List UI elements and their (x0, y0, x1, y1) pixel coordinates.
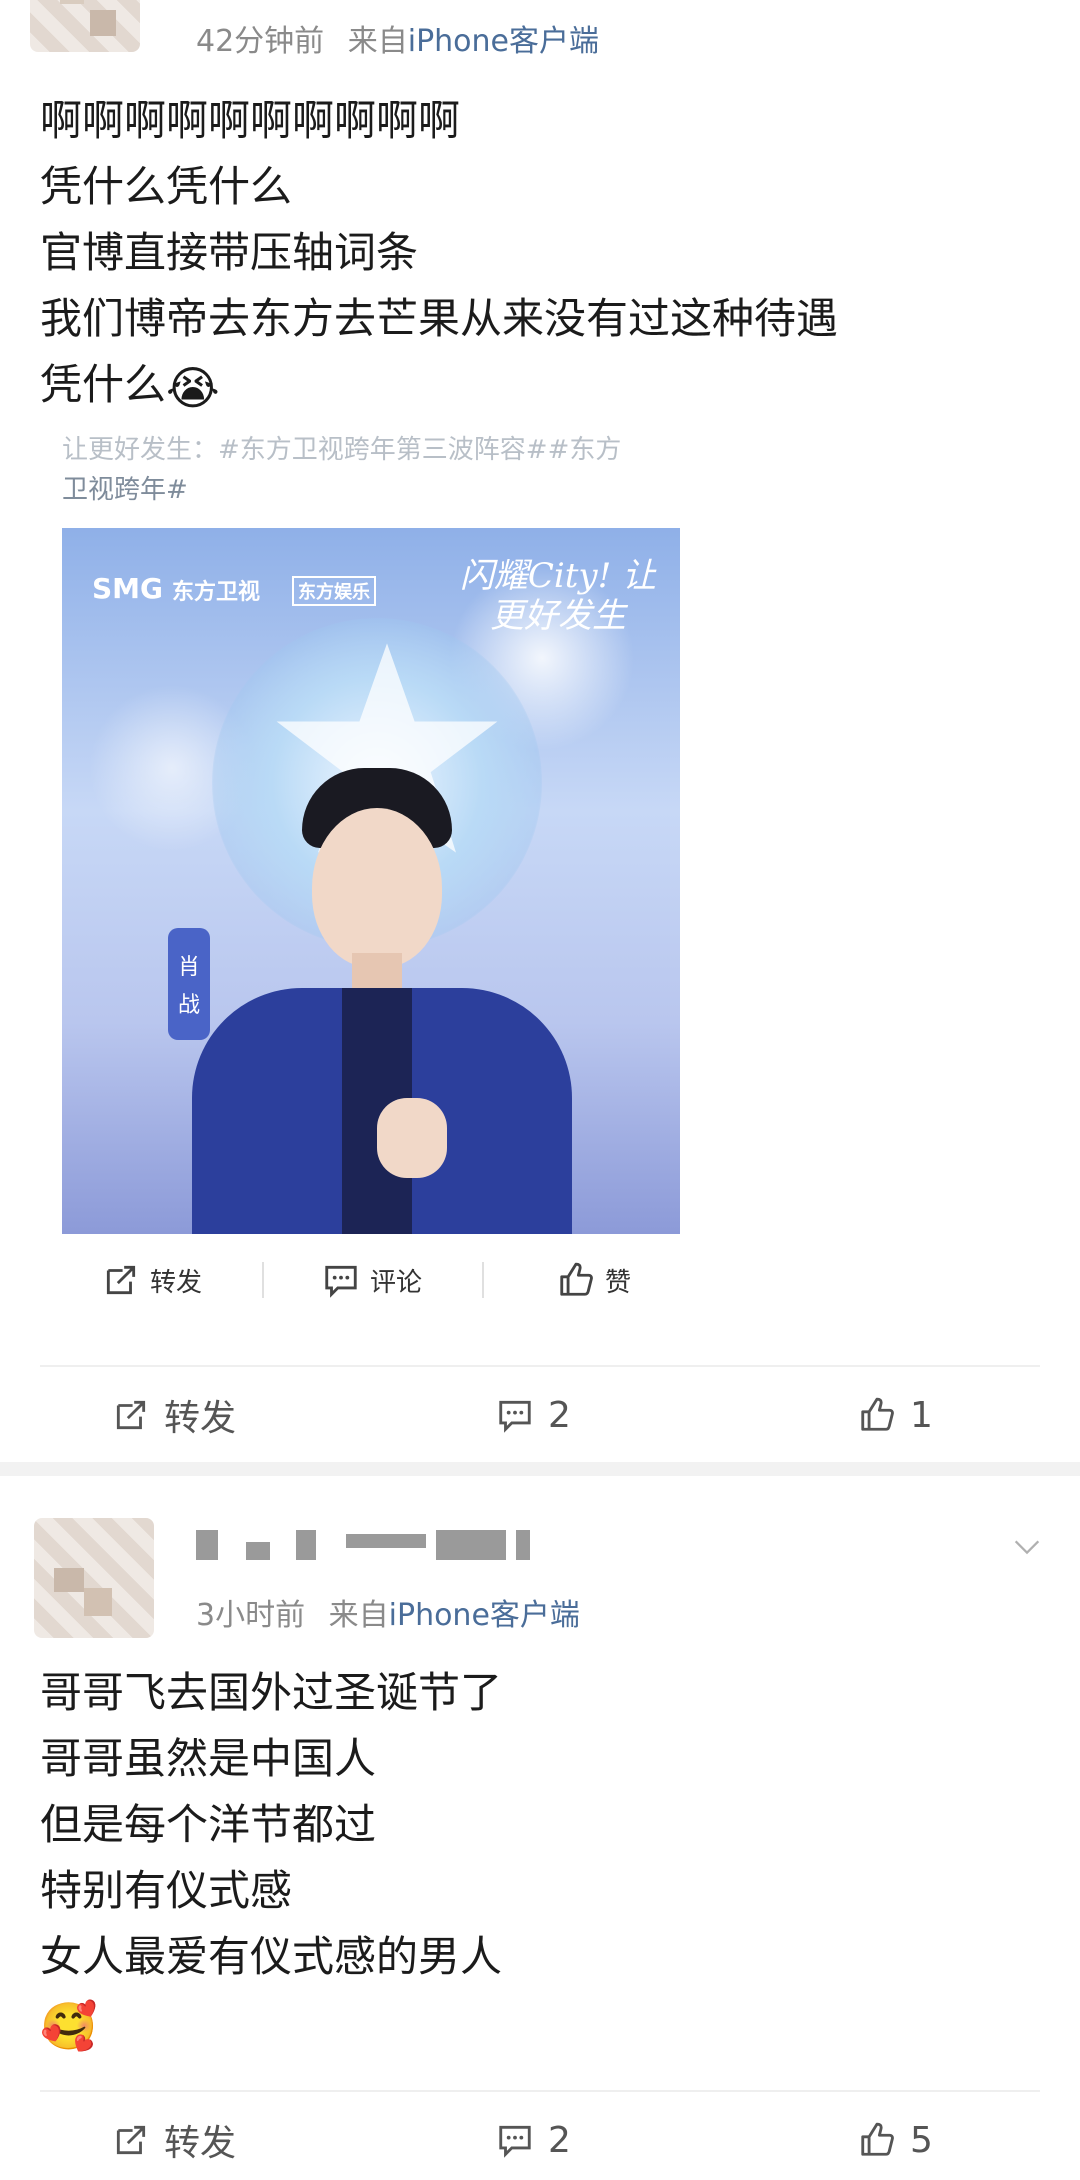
like-button[interactable]: 1 (858, 1375, 933, 1455)
separator (262, 1262, 264, 1298)
chevron-down-icon[interactable] (1010, 1530, 1044, 1564)
avatar[interactable] (34, 1518, 154, 1638)
post-source[interactable]: iPhone客户端 (408, 24, 599, 59)
embedded-text: 让更好发生：#东方卫视跨年第三波阵容##东方 卫视跨年# (62, 430, 621, 510)
thumbs-up-icon (858, 2121, 896, 2159)
dongfang-tv-logo: 东方卫视 (172, 580, 261, 605)
comment-button[interactable]: 2 (496, 1375, 571, 1455)
smg-logo: SMG (92, 572, 164, 605)
thumbs-up-icon (858, 1396, 896, 1434)
post-source-prefix: 来自 (328, 1598, 389, 1633)
embedded-text-line: 卫视跨年# (62, 475, 188, 505)
like-button[interactable]: 5 (858, 2100, 933, 2180)
post-line: 凭什么 (40, 360, 167, 409)
post-line: 女人最爱有仪式感的男人 (40, 1932, 503, 1981)
comment-button[interactable]: 2 (496, 2100, 571, 2180)
hand (377, 1098, 447, 1178)
post-content: 哥哥飞去国外过圣诞节了 哥哥虽然是中国人 但是每个洋节都过 特别有仪式感 女人最… (40, 1660, 502, 2059)
comment-count: 2 (548, 2119, 571, 2161)
poster-slogan: 闪耀City! 让更好发生 (459, 556, 657, 636)
post-line: 但是每个洋节都过 (40, 1800, 377, 1849)
post-line: 我们博帝去东方去芒果从来没有过这种待遇 (40, 294, 839, 343)
repost-icon (102, 1261, 140, 1299)
embedded-action-bar: 转发 评论 赞 (62, 1240, 680, 1320)
post-content: 啊啊啊啊啊啊啊啊啊啊 凭什么凭什么 官博直接带压轴词条 我们博帝去东方去芒果从来… (40, 88, 838, 421)
post-line: 哥哥飞去国外过圣诞节了 (40, 1668, 503, 1717)
comment-count: 2 (548, 1394, 571, 1436)
comment-icon (322, 1261, 360, 1299)
post-meta: 3小时前 来自iPhone客户端 (196, 1590, 580, 1634)
post-action-bar: 转发 2 1 (0, 1375, 1080, 1455)
username[interactable] (196, 1530, 536, 1564)
post-line: 哥哥虽然是中国人 (40, 1734, 377, 1783)
divider (40, 1365, 1040, 1367)
like-count: 1 (910, 1394, 933, 1436)
comment-icon (496, 1396, 534, 1434)
dongfang-ent-logo: 东方娱乐 (292, 576, 376, 606)
repost-label: 转发 (164, 2123, 237, 2164)
post-line: 啊啊啊啊啊啊啊啊啊啊 (40, 96, 461, 145)
repost-icon (112, 1396, 150, 1434)
post-line: 特别有仪式感 (40, 1866, 293, 1915)
post-line: 凭什么凭什么 (40, 162, 293, 211)
avatar[interactable] (30, 0, 140, 52)
post-meta: 42分钟前 来自iPhone客户端 (196, 16, 599, 60)
separator (482, 1262, 484, 1298)
post-time: 42分钟前 (196, 24, 325, 59)
repost-label: 转发 (150, 1267, 203, 1298)
section-separator (0, 1462, 1080, 1476)
divider (40, 2090, 1040, 2092)
post-line-last: 凭什么😭 (40, 352, 838, 421)
repost-icon (112, 2121, 150, 2159)
embedded-text-line: 让更好发生：#东方卫视跨年第三波阵容##东方 (62, 435, 622, 465)
comment-label: 评论 (370, 1267, 423, 1298)
hugging-face-emoji-icon: 🥰 (40, 1998, 98, 2053)
post-source[interactable]: iPhone客户端 (389, 1598, 580, 1633)
repost-button[interactable]: 转发 (112, 2100, 236, 2180)
person-figure (192, 768, 572, 1234)
embedded-poster-image[interactable]: SMG 东方卫视 东方娱乐 闪耀City! 让更好发生 肖 战 (62, 528, 680, 1234)
like-label: 赞 (605, 1267, 632, 1298)
thumbs-up-icon (557, 1261, 595, 1299)
post-action-bar: 转发 2 5 (0, 2100, 1080, 2180)
like-count: 5 (910, 2119, 933, 2161)
post-source-prefix: 来自 (347, 24, 408, 59)
embedded-like-button[interactable]: 赞 (557, 1240, 631, 1320)
repost-button[interactable]: 转发 (112, 1375, 236, 1455)
post-line: 官博直接带压轴词条 (40, 228, 419, 277)
post-time: 3小时前 (196, 1598, 306, 1633)
embedded-comment-button[interactable]: 评论 (322, 1240, 422, 1320)
comment-icon (496, 2121, 534, 2159)
crying-emoji-icon: 😭 (166, 360, 220, 415)
repost-label: 转发 (164, 1398, 237, 1439)
face (312, 808, 442, 968)
embedded-repost-button[interactable]: 转发 (102, 1240, 202, 1320)
